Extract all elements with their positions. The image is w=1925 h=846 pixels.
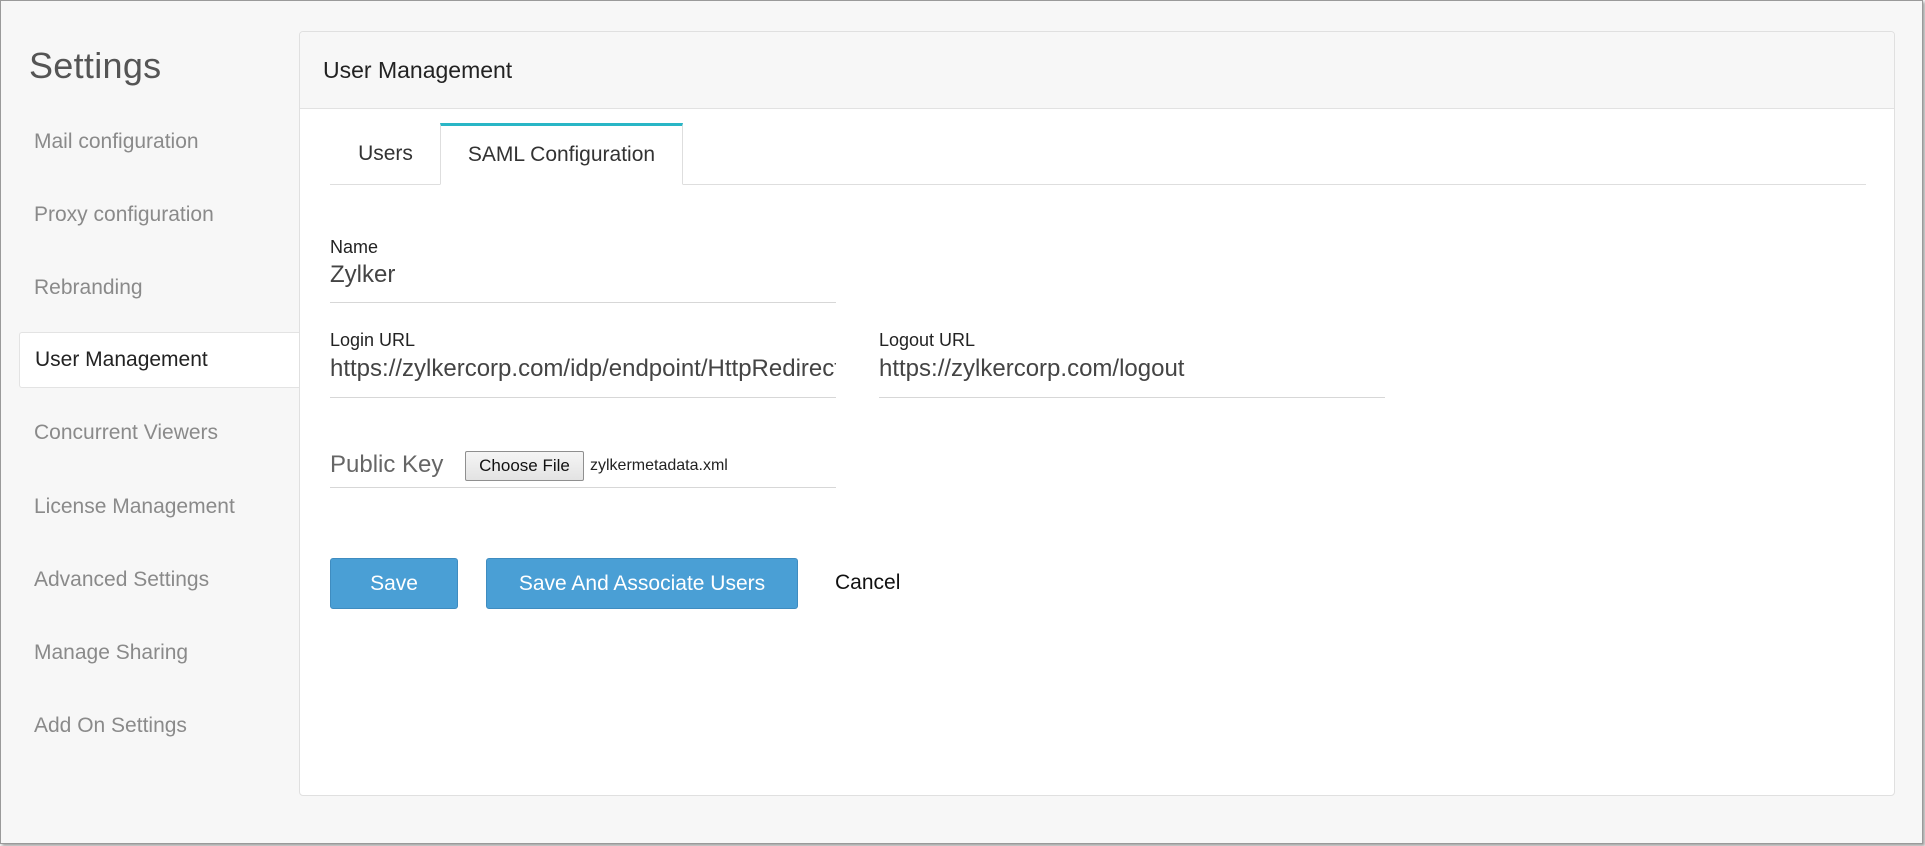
tab-users[interactable]: Users xyxy=(330,123,441,184)
sidebar-item-advanced-settings[interactable]: Advanced Settings xyxy=(19,552,299,608)
sidebar-title: Settings xyxy=(29,45,162,86)
logout-url-label: Logout URL xyxy=(879,330,976,350)
cancel-button[interactable]: Cancel xyxy=(835,571,900,595)
sidebar-item-add-on-settings[interactable]: Add On Settings xyxy=(19,698,299,754)
user-management-panel: User Management Users SAML Configuration… xyxy=(299,31,1895,796)
save-and-associate-users-button[interactable]: Save And Associate Users xyxy=(486,558,798,609)
logout-url-field[interactable]: https://zylkercorp.com/logout xyxy=(879,355,1385,383)
tab-bar: Users SAML Configuration xyxy=(330,123,1866,185)
login-url-underline xyxy=(330,397,836,398)
login-url-label: Login URL xyxy=(330,330,416,350)
tab-saml-configuration[interactable]: SAML Configuration xyxy=(440,123,683,185)
panel-title: User Management xyxy=(300,32,1894,109)
sidebar-item-license-management[interactable]: License Management xyxy=(19,479,299,535)
name-label: Name xyxy=(330,237,379,257)
name-field-underline xyxy=(330,302,836,303)
window-frame: Settings Mail configuration Proxy config… xyxy=(0,0,1923,844)
sidebar-item-proxy-configuration[interactable]: Proxy configuration xyxy=(19,187,299,243)
settings-sidebar: Settings Mail configuration Proxy config… xyxy=(1,1,299,843)
public-key-label: Public Key xyxy=(330,451,444,478)
name-field[interactable]: Zylker xyxy=(330,261,836,289)
sidebar-item-rebranding[interactable]: Rebranding xyxy=(19,260,299,316)
choose-file-button[interactable]: Choose File xyxy=(465,451,584,481)
public-key-underline xyxy=(330,487,836,488)
logout-url-underline xyxy=(879,397,1385,398)
sidebar-item-manage-sharing[interactable]: Manage Sharing xyxy=(19,625,299,681)
selected-file-name: zylkermetadata.xml xyxy=(590,457,728,474)
sidebar-item-mail-configuration[interactable]: Mail configuration xyxy=(19,114,299,170)
save-button[interactable]: Save xyxy=(330,558,458,609)
login-url-field[interactable]: https://zylkercorp.com/idp/endpoint/Http… xyxy=(330,355,836,383)
sidebar-item-concurrent-viewers[interactable]: Concurrent Viewers xyxy=(19,405,299,461)
sidebar-item-user-management[interactable]: User Management xyxy=(19,332,299,388)
